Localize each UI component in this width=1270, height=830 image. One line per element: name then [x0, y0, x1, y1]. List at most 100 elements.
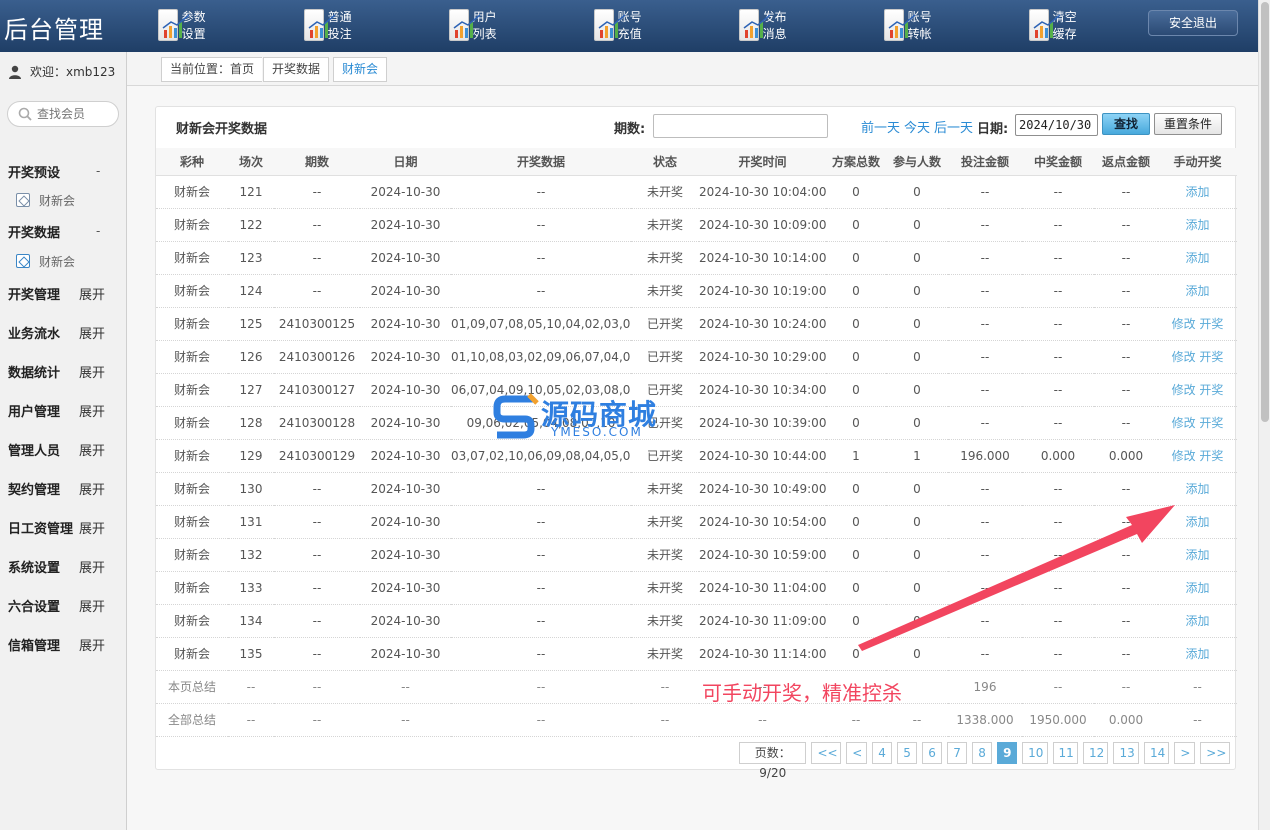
- logout-button[interactable]: 安全退出: [1148, 10, 1238, 36]
- date-input[interactable]: 2024/10/30: [1015, 114, 1098, 136]
- manual-draw-link[interactable]: 开奖: [1199, 317, 1223, 331]
- menu-draw-preset[interactable]: 开奖预设 -: [8, 161, 120, 181]
- submenu-data-caixinhui[interactable]: 财新会: [16, 252, 75, 270]
- page-button[interactable]: 4: [872, 742, 893, 764]
- table-cell: --: [451, 505, 631, 539]
- table-cell: 131: [228, 505, 274, 539]
- table-row: 财新会 121 -- 2024-10-30 -- 未开奖 2024-10-30 10:04:…: [156, 175, 1237, 209]
- column-header: 中奖金额: [1022, 148, 1094, 176]
- table-cell: 2024-10-30: [360, 208, 451, 242]
- menu-daily-wage[interactable]: 日工资管理 展开: [8, 517, 120, 537]
- manual-draw-link[interactable]: 开奖: [1199, 416, 1223, 430]
- member-search-input[interactable]: [37, 107, 111, 121]
- table-cell: 2024-10-30 10:04:00: [699, 175, 826, 209]
- period-input[interactable]: [653, 114, 828, 138]
- page-button[interactable]: 9: [997, 742, 1018, 764]
- page-button[interactable]: 12: [1083, 742, 1109, 764]
- add-draw-link[interactable]: 添加: [1185, 251, 1209, 265]
- table-cell: --: [948, 373, 1022, 407]
- manual-draw-link[interactable]: 开奖: [1199, 449, 1223, 463]
- prev-day-link[interactable]: 前一天: [861, 117, 900, 136]
- nav-publish-message[interactable]: 发布消息: [739, 7, 789, 43]
- page-button[interactable]: 8: [972, 742, 993, 764]
- page-button[interactable]: 14: [1143, 742, 1170, 764]
- edit-draw-link[interactable]: 修改: [1172, 317, 1196, 331]
- column-header: 场次: [228, 148, 274, 176]
- table-cell: 2024-10-30: [360, 604, 451, 638]
- reset-button[interactable]: 重置条件: [1154, 113, 1222, 135]
- collapse-toggle[interactable]: -: [96, 224, 100, 238]
- page-button[interactable]: 13: [1113, 742, 1139, 764]
- expand-link[interactable]: 展开: [79, 440, 105, 459]
- expand-link[interactable]: 展开: [79, 362, 105, 381]
- nav-clear-cache[interactable]: 清空缓存: [1029, 7, 1079, 43]
- scrollbar-thumb[interactable]: [1261, 2, 1269, 422]
- expand-link[interactable]: 展开: [79, 284, 105, 303]
- table-cell: 2024-10-30 10:24:00: [699, 307, 826, 341]
- menu-contract-management[interactable]: 契约管理 展开: [8, 478, 120, 498]
- table-cell: --: [1094, 307, 1158, 341]
- table-cell: --: [948, 274, 1022, 308]
- edit-draw-link[interactable]: 修改: [1172, 350, 1196, 364]
- expand-link[interactable]: 展开: [79, 323, 105, 342]
- table-cell: 财新会: [156, 274, 228, 308]
- add-draw-link[interactable]: 添加: [1185, 185, 1209, 199]
- prev-page-button[interactable]: <: [846, 742, 868, 764]
- column-header: 状态: [631, 148, 699, 176]
- breadcrumb-draw-data[interactable]: 开奖数据: [263, 57, 330, 82]
- edit-draw-link[interactable]: 修改: [1172, 383, 1196, 397]
- nav-account-recharge[interactable]: 账号充值: [594, 7, 644, 43]
- expand-link[interactable]: 展开: [79, 479, 105, 498]
- table-cell: 132: [228, 538, 274, 572]
- table-cell: --: [1158, 703, 1237, 737]
- add-draw-link[interactable]: 添加: [1185, 218, 1209, 232]
- nav-normal-bet[interactable]: 普通投注: [304, 7, 354, 43]
- manual-draw-link[interactable]: 开奖: [1199, 350, 1223, 364]
- table-cell: --: [1022, 307, 1094, 341]
- menu-statistics[interactable]: 数据统计 展开: [8, 361, 120, 381]
- next-day-link[interactable]: 后一天: [934, 117, 973, 136]
- manual-draw-link[interactable]: 开奖: [1199, 383, 1223, 397]
- page-button[interactable]: 5: [897, 742, 918, 764]
- menu-system-settings[interactable]: 系统设置 展开: [8, 556, 120, 576]
- nav-param-settings[interactable]: 参数设置: [158, 7, 208, 43]
- edit-draw-link[interactable]: 修改: [1172, 416, 1196, 430]
- menu-draw-management[interactable]: 开奖管理 展开: [8, 283, 120, 303]
- expand-link[interactable]: 展开: [79, 557, 105, 576]
- expand-link[interactable]: 展开: [79, 596, 105, 615]
- expand-link[interactable]: 展开: [79, 401, 105, 420]
- collapse-toggle[interactable]: -: [96, 164, 100, 178]
- menu-mailbox[interactable]: 信箱管理 展开: [8, 634, 120, 654]
- edit-draw-link[interactable]: 修改: [1172, 449, 1196, 463]
- add-draw-link[interactable]: 添加: [1185, 482, 1209, 496]
- menu-liuhe-settings[interactable]: 六合设置 展开: [8, 595, 120, 615]
- last-page-button[interactable]: >>: [1200, 742, 1231, 764]
- breadcrumb-home[interactable]: 当前位置：首页: [161, 57, 263, 82]
- expand-link[interactable]: 展开: [79, 518, 105, 537]
- today-link[interactable]: 今天: [904, 117, 930, 136]
- table-cell: --: [274, 604, 360, 638]
- member-search[interactable]: [7, 101, 119, 127]
- page-scrollbar[interactable]: [1258, 0, 1270, 830]
- page-button[interactable]: 11: [1052, 742, 1079, 764]
- table-cell: 未开奖: [631, 175, 699, 209]
- expand-link[interactable]: 展开: [79, 635, 105, 654]
- menu-draw-data[interactable]: 开奖数据 -: [8, 221, 120, 241]
- table-cell: --: [451, 472, 631, 506]
- page-button[interactable]: 10: [1022, 742, 1048, 764]
- menu-user-management[interactable]: 用户管理 展开: [8, 400, 120, 420]
- search-button[interactable]: 查找: [1102, 113, 1150, 135]
- page-button[interactable]: 6: [922, 742, 943, 764]
- submenu-preset-caixinhui[interactable]: 财新会: [16, 191, 75, 209]
- nav-account-transfer[interactable]: 账号转帐: [884, 7, 934, 43]
- menu-business-flow[interactable]: 业务流水 展开: [8, 322, 120, 342]
- nav-user-list[interactable]: 用户列表: [449, 7, 499, 43]
- first-page-button[interactable]: <<: [811, 742, 842, 764]
- table-cell: --: [826, 703, 886, 737]
- page-button[interactable]: 7: [947, 742, 968, 764]
- next-page-button[interactable]: >: [1174, 742, 1196, 764]
- add-draw-link[interactable]: 添加: [1185, 284, 1209, 298]
- menu-admin-staff[interactable]: 管理人员 展开: [8, 439, 120, 459]
- table-row: 财新会 127 2410300127 2024-10-30 06,07,04,09,10…: [156, 373, 1237, 407]
- table-cell: 修改 开奖: [1158, 439, 1237, 473]
